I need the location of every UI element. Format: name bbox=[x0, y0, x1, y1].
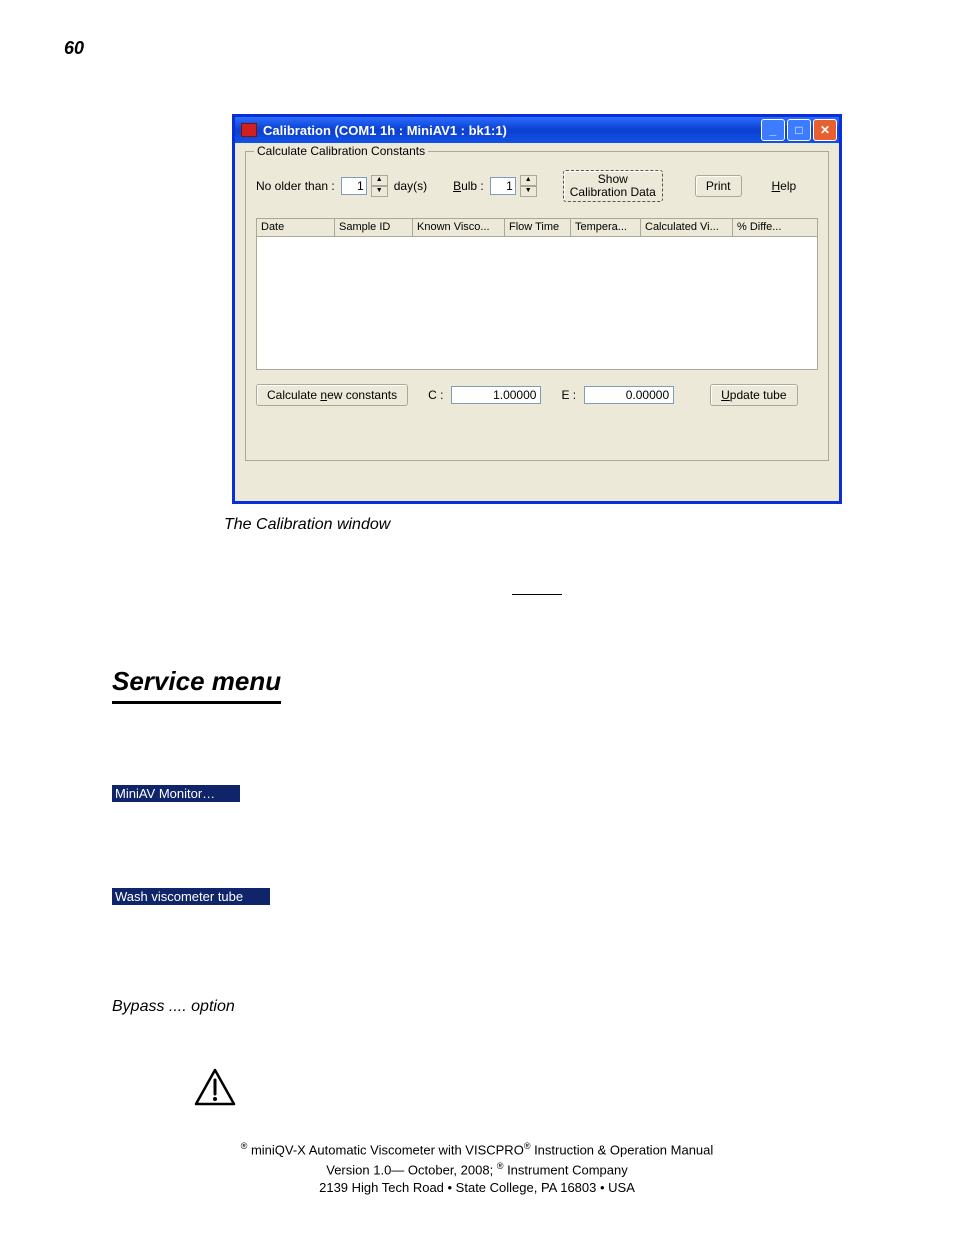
page-number: 60 bbox=[64, 38, 84, 59]
calibration-window: Calibration (COM1 1h : MiniAV1 : bk1:1) … bbox=[232, 114, 842, 504]
miniav-monitor-menu-item: MiniAV Monitor… bbox=[112, 785, 240, 802]
col-known-visco[interactable]: Known Visco... bbox=[413, 219, 505, 237]
spin-up-icon[interactable]: ▲ bbox=[371, 175, 388, 186]
col-calculated-vi[interactable]: Calculated Vi... bbox=[641, 219, 733, 237]
spin-up-icon[interactable]: ▲ bbox=[520, 175, 537, 186]
bypass-option-subheading: Bypass .... option bbox=[112, 998, 235, 1016]
close-button[interactable]: ✕ bbox=[813, 119, 837, 141]
print-button[interactable]: Print bbox=[695, 175, 742, 197]
bulb-label: Bulb : bbox=[453, 179, 484, 193]
show-calibration-data-button[interactable]: ShowCalibration Data bbox=[563, 170, 663, 202]
caution-icon bbox=[194, 1068, 236, 1106]
page-footer: ® miniQV-X Automatic Viscometer with VIS… bbox=[0, 1140, 954, 1197]
col-flow-time[interactable]: Flow Time bbox=[505, 219, 571, 237]
no-older-than-input[interactable] bbox=[341, 177, 367, 195]
groupbox-label: Calculate Calibration Constants bbox=[254, 144, 428, 158]
col-temperature[interactable]: Tempera... bbox=[571, 219, 641, 237]
titlebar: Calibration (COM1 1h : MiniAV1 : bk1:1) … bbox=[235, 117, 839, 143]
c-constant-input[interactable] bbox=[451, 386, 541, 404]
col-date[interactable]: Date bbox=[257, 219, 335, 237]
no-older-than-label: No older than : bbox=[256, 179, 335, 193]
spin-down-icon[interactable]: ▼ bbox=[371, 186, 388, 197]
days-spinner[interactable]: ▲▼ bbox=[371, 175, 388, 197]
bulb-spinner[interactable]: ▲▼ bbox=[520, 175, 537, 197]
col-sample-id[interactable]: Sample ID bbox=[335, 219, 413, 237]
wash-viscometer-tube-menu-item: Wash viscometer tube bbox=[112, 888, 270, 905]
spin-down-icon[interactable]: ▼ bbox=[520, 186, 537, 197]
section-heading: Service menu bbox=[112, 666, 281, 704]
screenshot-caption: The Calibration window bbox=[224, 516, 390, 534]
divider-line bbox=[512, 594, 562, 595]
help-button[interactable]: Help bbox=[768, 176, 801, 196]
window-title: Calibration (COM1 1h : MiniAV1 : bk1:1) bbox=[263, 123, 507, 138]
results-table-header: Date Sample ID Known Visco... Flow Time … bbox=[257, 219, 817, 237]
c-label: C : bbox=[428, 388, 443, 402]
update-tube-button[interactable]: Update tube bbox=[710, 384, 797, 406]
minimize-button[interactable]: _ bbox=[761, 119, 785, 141]
col-pct-diff[interactable]: % Diffe... bbox=[733, 219, 817, 237]
days-label: day(s) bbox=[394, 179, 427, 193]
bulb-input[interactable] bbox=[490, 177, 516, 195]
app-icon bbox=[241, 123, 257, 137]
e-constant-input[interactable] bbox=[584, 386, 674, 404]
e-label: E : bbox=[561, 388, 576, 402]
calibration-constants-group: Calculate Calibration Constants No older… bbox=[245, 151, 829, 461]
calculate-new-constants-button[interactable]: Calculate new constants bbox=[256, 384, 408, 406]
maximize-button[interactable]: □ bbox=[787, 119, 811, 141]
